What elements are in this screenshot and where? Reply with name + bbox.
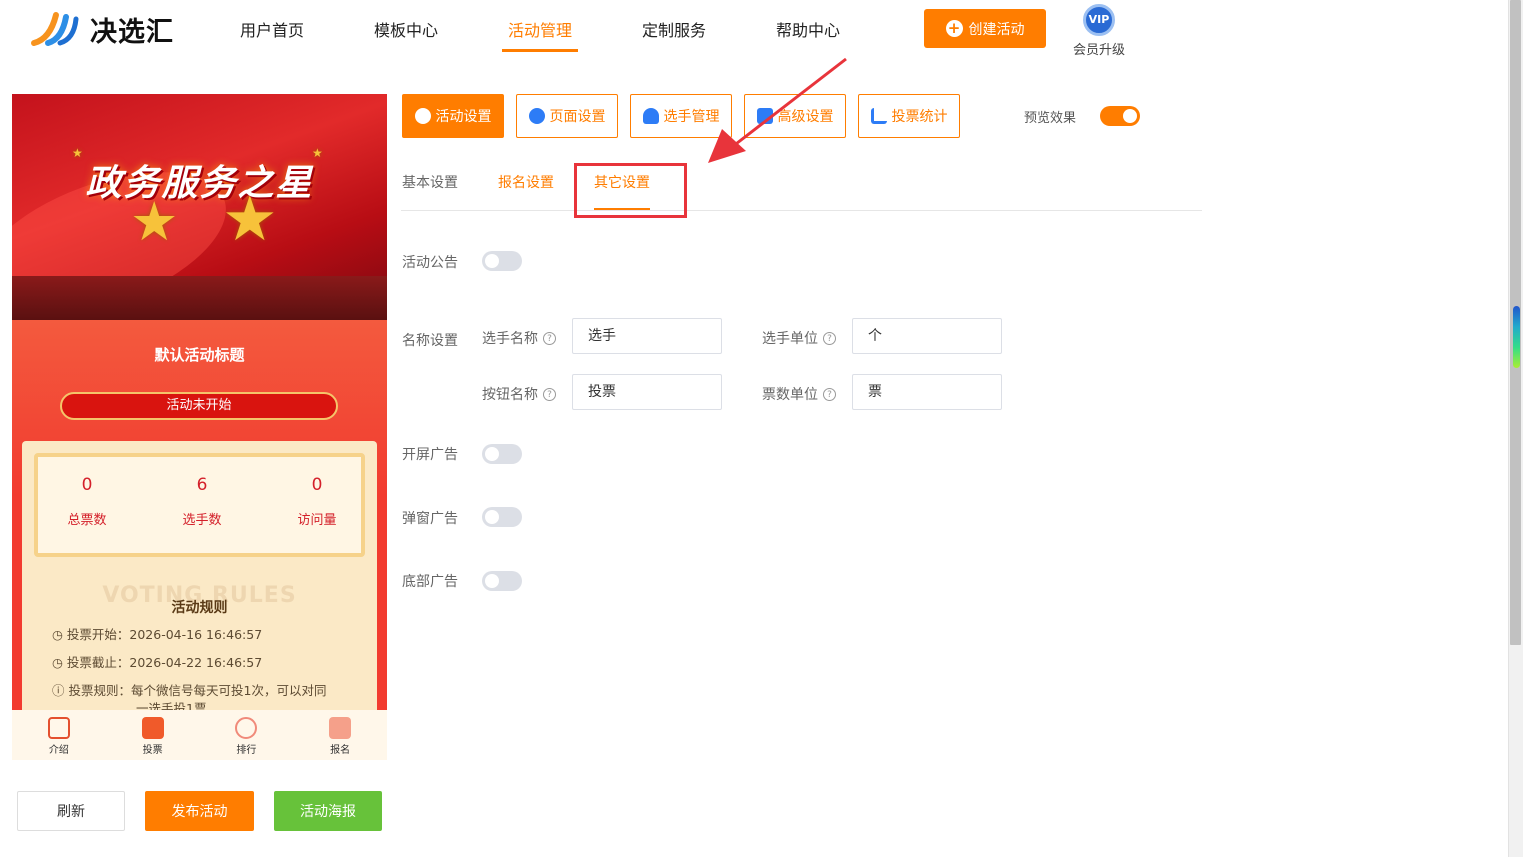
banner-title: 政务服务之星 xyxy=(85,163,314,204)
nav-help[interactable]: 帮助中心 xyxy=(776,18,840,52)
book-icon xyxy=(47,717,70,739)
bottom-ad-toggle[interactable] xyxy=(482,571,522,591)
stat-total-votes: 0 总票数 xyxy=(67,475,107,528)
preview-effect-label: 预览效果 xyxy=(1024,111,1077,126)
scroll-indicator xyxy=(1513,306,1520,368)
tab-intro[interactable]: 介绍 xyxy=(29,717,89,756)
subtab-divider xyxy=(401,210,1202,211)
stat-players: 6 选手数 xyxy=(182,475,222,528)
naming-label: 名称设置 xyxy=(402,333,458,349)
plus-icon: + xyxy=(945,20,963,37)
activity-title: 默认活动标题 xyxy=(154,346,245,364)
nav-templates[interactable]: 模板中心 xyxy=(374,18,438,52)
player-unit-label: 选手单位? xyxy=(762,328,836,348)
splash-ad-toggle[interactable] xyxy=(482,444,522,464)
preview-card: 默认活动标题 活动未开始 0 总票数 6 选手数 0 访问量 VOTING RU… xyxy=(12,320,387,760)
gear-icon xyxy=(528,108,545,124)
vip-upgrade[interactable]: VIP 会员升级 xyxy=(1066,4,1132,58)
help-icon: ? xyxy=(543,331,556,345)
highlight-box xyxy=(574,163,687,218)
preview-banner: ★ ★ ★ ★ 政务服务之星 xyxy=(12,94,387,345)
nav-home[interactable]: 用户首页 xyxy=(240,18,304,52)
phone-preview: ★ ★ ★ ★ 政务服务之星 默认活动标题 活动未开始 0 总票数 6 选手数 … xyxy=(12,94,387,760)
subtab-basic[interactable]: 基本设置 xyxy=(402,172,458,192)
preview-tabbar: 介绍 投票 排行 报名 xyxy=(12,710,387,760)
vote-unit-input[interactable]: 票 xyxy=(852,374,1002,410)
preview-effect-toggle[interactable] xyxy=(1100,106,1140,126)
tab-activity-settings[interactable]: 活动设置 xyxy=(402,94,504,138)
help-icon: ? xyxy=(823,331,836,345)
activity-status: 活动未开始 xyxy=(60,392,338,420)
publish-button[interactable]: 发布活动 xyxy=(145,791,254,831)
tab-vote[interactable]: 投票 xyxy=(123,717,183,756)
rule-policy: ⓘ 投票规则：每个微信号每天可投1次，可以对同 xyxy=(52,683,327,698)
tab-signup[interactable]: 报名 xyxy=(310,717,370,756)
popup-ad-label: 弹窗广告 xyxy=(402,511,458,527)
rule-end: ◷ 投票截止：2026-04-22 16:46:57 xyxy=(52,655,263,670)
tab-ranking[interactable]: 排行 xyxy=(216,717,276,756)
tab-page-settings[interactable]: 页面设置 xyxy=(516,94,618,138)
vote-unit-label: 票数单位? xyxy=(762,384,836,404)
refresh-button[interactable]: 刷新 xyxy=(17,791,125,831)
player-name-label: 选手名称? xyxy=(482,328,556,348)
button-name-label: 按钮名称? xyxy=(482,384,556,404)
nav-custom-service[interactable]: 定制服务 xyxy=(642,18,706,52)
create-activity-button[interactable]: + 创建活动 xyxy=(924,9,1046,48)
tab-vote-statistics[interactable]: 投票统计 xyxy=(858,94,960,138)
vip-label: 会员升级 xyxy=(1072,43,1125,58)
button-name-input[interactable]: 投票 xyxy=(572,374,722,410)
announcement-toggle[interactable] xyxy=(482,251,522,271)
ballot-icon xyxy=(141,717,164,739)
stat-visits: 0 访问量 xyxy=(297,475,337,528)
popup-ad-toggle[interactable] xyxy=(482,507,522,527)
create-activity-label: 创建活动 xyxy=(968,21,1025,38)
rules-title: 活动规则 xyxy=(171,600,228,616)
logo-text: 决选汇 xyxy=(90,16,174,48)
splash-ad-label: 开屏广告 xyxy=(402,447,458,463)
logo-icon xyxy=(30,9,82,49)
player-name-input[interactable]: 选手 xyxy=(572,318,722,354)
users-icon xyxy=(642,108,659,124)
hand-icon xyxy=(329,717,352,739)
poster-button[interactable]: 活动海报 xyxy=(274,791,382,831)
logo[interactable]: 决选汇 xyxy=(30,8,190,50)
vip-badge-icon: VIP xyxy=(1083,4,1115,36)
star-circle-icon xyxy=(414,108,431,124)
medal-icon xyxy=(235,717,258,739)
rule-start: ◷ 投票开始：2026-04-16 16:46:57 xyxy=(52,627,263,642)
bar-chart-icon xyxy=(870,108,887,124)
annotation-arrow xyxy=(708,57,847,163)
help-icon: ? xyxy=(823,387,836,401)
nav-activity-management[interactable]: 活动管理 xyxy=(502,18,579,52)
player-unit-input[interactable]: 个 xyxy=(852,318,1002,354)
announcement-label: 活动公告 xyxy=(402,255,458,271)
bottom-ad-label: 底部广告 xyxy=(402,574,458,590)
subtab-signup[interactable]: 报名设置 xyxy=(498,172,554,192)
help-icon: ? xyxy=(543,387,556,401)
